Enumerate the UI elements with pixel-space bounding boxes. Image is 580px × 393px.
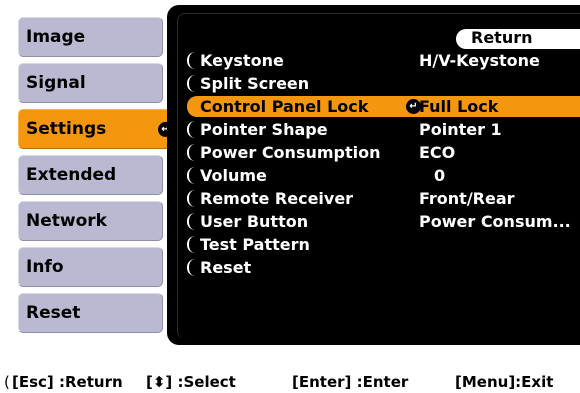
tab-signal[interactable]: Signal: [18, 63, 163, 103]
tab-label: Image: [26, 27, 86, 47]
menu-row-test-pattern[interactable]: Test Pattern: [187, 234, 580, 255]
hint-enter: [Enter] :Enter: [292, 373, 409, 391]
menu-row-reset[interactable]: Reset: [187, 257, 580, 278]
return-label: Return: [471, 28, 533, 47]
row-cap: [187, 259, 195, 276]
footer-bracket: (: [4, 373, 10, 391]
tab-reset[interactable]: Reset: [18, 293, 163, 333]
tab-settings[interactable]: Settings ↵: [18, 109, 178, 149]
row-value: Front/Rear: [419, 189, 515, 208]
row-label: Split Screen: [200, 74, 310, 93]
tab-label: Settings: [26, 119, 107, 139]
row-value: ECO: [419, 143, 456, 162]
row-cap: [187, 75, 195, 92]
menu-row-control-panel-lock[interactable]: Control Panel Lock ↵ Full Lock: [187, 96, 580, 117]
hint-menu: [Menu]:Exit: [455, 373, 554, 391]
row-label: Test Pattern: [200, 235, 310, 254]
row-value: Power Consum...: [419, 212, 571, 231]
hint-select: [⬍] :Select: [146, 373, 236, 391]
menu-row-power-consumption[interactable]: Power Consumption ECO: [187, 142, 580, 163]
hint-esc: [Esc] :Return: [12, 373, 123, 391]
tab-label: Reset: [26, 303, 81, 323]
row-label: Volume: [200, 166, 267, 185]
menu-row-pointer-shape[interactable]: Pointer Shape Pointer 1: [187, 119, 580, 140]
tab-label: Network: [26, 211, 107, 231]
tab-extended[interactable]: Extended: [18, 155, 163, 195]
tab-image[interactable]: Image: [18, 17, 163, 57]
menu-row-user-button[interactable]: User Button Power Consum...: [187, 211, 580, 232]
menu-row-remote-receiver[interactable]: Remote Receiver Front/Rear: [187, 188, 580, 209]
tab-label: Extended: [26, 165, 117, 185]
menu-row-volume[interactable]: Volume 0: [187, 165, 580, 186]
row-cap: [187, 144, 195, 161]
row-value: Full Lock: [419, 97, 499, 116]
row-label: Reset: [200, 258, 252, 277]
row-label: Control Panel Lock: [200, 97, 369, 116]
row-cap: [187, 236, 195, 253]
row-cap: [187, 190, 195, 207]
key-hints-bar: ( [Esc] :Return [⬍] :Select [Enter] :Ent…: [4, 372, 580, 392]
tab-info[interactable]: Info: [18, 247, 163, 287]
row-cap: [187, 121, 195, 138]
row-label: Power Consumption: [200, 143, 381, 162]
row-label: Pointer Shape: [200, 120, 328, 139]
row-label: User Button: [200, 212, 309, 231]
row-value: Pointer 1: [419, 120, 502, 139]
row-label: Remote Receiver: [200, 189, 354, 208]
row-cap: [187, 52, 195, 69]
row-value: 0: [434, 166, 446, 185]
row-cap: [187, 167, 195, 184]
tab-network[interactable]: Network: [18, 201, 163, 241]
menu-row-split-screen[interactable]: Split Screen: [187, 73, 580, 94]
tab-label: Info: [26, 257, 64, 277]
menu-row-keystone[interactable]: Keystone H/V-Keystone: [187, 50, 580, 71]
tab-label: Signal: [26, 73, 86, 93]
row-label: Keystone: [200, 51, 284, 70]
row-cap: [187, 213, 195, 230]
row-value: H/V-Keystone: [419, 51, 540, 70]
